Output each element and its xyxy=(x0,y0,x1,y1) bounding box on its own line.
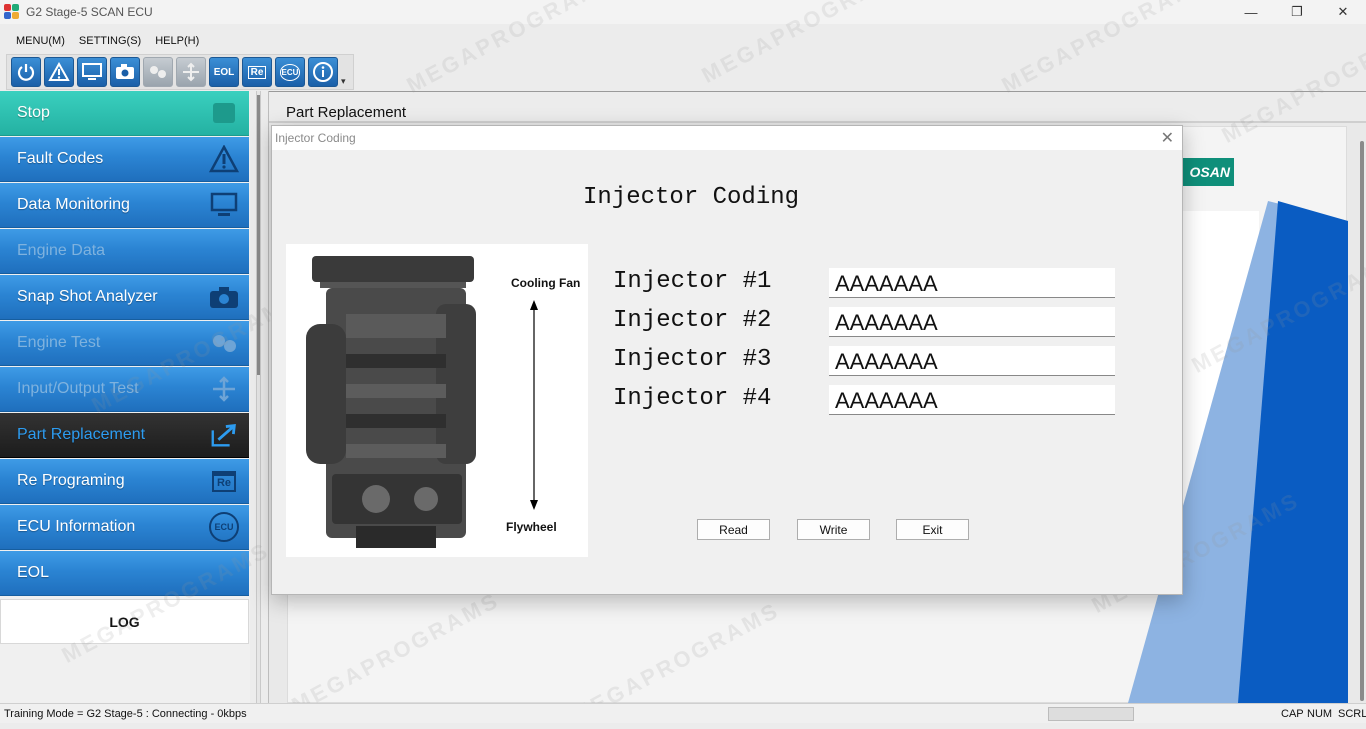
camera-icon[interactable] xyxy=(110,57,140,87)
read-button[interactable]: Read xyxy=(697,519,770,540)
injector-row: Injector #3 xyxy=(613,346,1133,376)
menu-bar: MENU(M) SETTING(S) HELP(H) xyxy=(0,30,199,52)
sidebar-item-stop[interactable]: Stop xyxy=(0,91,249,136)
write-button[interactable]: Write xyxy=(797,519,870,540)
caps-lock-indicator: CAP xyxy=(1281,708,1304,720)
app-icon xyxy=(4,4,20,20)
injector-4-code-field[interactable] xyxy=(829,385,1115,415)
status-text: Training Mode = G2 Stage-5 : Connecting … xyxy=(4,708,247,720)
reprogram-icon-label: Re xyxy=(247,65,267,79)
sidebar-item-eol[interactable]: EOL xyxy=(0,551,249,596)
sidebar-item-snap-shot-analyzer[interactable]: Snap Shot Analyzer xyxy=(0,275,249,320)
ecu-icon: ECU xyxy=(209,512,239,542)
sidebar-item-label: Stop xyxy=(17,104,50,121)
reprogram-icon[interactable]: Re xyxy=(242,57,272,87)
main-scrollbar[interactable] xyxy=(1360,141,1364,701)
ecu-icon-text: ECU xyxy=(209,512,239,542)
injector-label: Injector #1 xyxy=(613,268,772,295)
engine-test-icon xyxy=(143,57,173,87)
page-header: Part Replacement xyxy=(269,91,1366,123)
sidebar-item-label: LOG xyxy=(109,613,140,630)
eol-icon[interactable]: EOL xyxy=(209,57,239,87)
engine-test-icon xyxy=(209,328,239,358)
io-arrows-icon xyxy=(209,374,239,404)
flywheel-label: Flywheel xyxy=(506,520,557,534)
exit-button[interactable]: Exit xyxy=(896,519,969,540)
minimize-button[interactable]: — xyxy=(1228,0,1274,24)
sidebar-item-engine-test: Engine Test xyxy=(0,321,249,366)
sidebar-item-label: Snap Shot Analyzer xyxy=(17,288,158,305)
restore-button[interactable]: ❐ xyxy=(1274,0,1320,24)
ecu-icon[interactable]: ECU xyxy=(275,57,305,87)
warning-icon xyxy=(209,144,239,174)
injector-label: Injector #4 xyxy=(613,385,772,412)
reprogram-icon: Re xyxy=(209,466,239,496)
sidebar: Stop Fault Codes Data Monitoring Engine … xyxy=(0,91,250,703)
injector-1-code-field[interactable] xyxy=(829,268,1115,298)
sidebar-item-label: Engine Data xyxy=(17,242,106,259)
toolbar-overflow-icon[interactable]: ▾ xyxy=(341,57,349,87)
camera-icon xyxy=(209,282,239,312)
sidebar-item-label: Data Monitoring xyxy=(17,196,130,213)
part-replace-icon xyxy=(209,420,239,450)
dialog-close-button[interactable]: ✕ xyxy=(1161,128,1174,148)
engine-diagram: Cooling Fan Flywheel xyxy=(286,244,588,557)
stop-square-icon xyxy=(209,98,239,128)
status-progress-bar xyxy=(1048,707,1134,721)
monitor-icon[interactable] xyxy=(77,57,107,87)
sidebar-item-label: Part Replacement xyxy=(17,426,146,443)
toolbar: EOL Re ECU ▾ xyxy=(6,54,354,90)
sidebar-item-label: Input/Output Test xyxy=(17,380,139,397)
io-arrows-icon xyxy=(176,57,206,87)
menu-item-help[interactable]: HELP(H) xyxy=(155,35,199,47)
sidebar-item-data-monitoring[interactable]: Data Monitoring xyxy=(0,183,249,228)
engine-illustration xyxy=(306,256,538,548)
status-bar: Training Mode = G2 Stage-5 : Connecting … xyxy=(0,703,1366,723)
sidebar-item-label: Fault Codes xyxy=(17,150,104,167)
injector-label: Injector #3 xyxy=(613,346,772,373)
injector-2-code-field[interactable] xyxy=(829,307,1115,337)
sidebar-item-log[interactable]: LOG xyxy=(0,599,249,644)
sidebar-scrollbar[interactable] xyxy=(257,95,260,375)
brand-logo: OSAN xyxy=(1182,158,1234,186)
injector-label: Injector #2 xyxy=(613,307,772,334)
menu-item-setting[interactable]: SETTING(S) xyxy=(79,35,141,47)
window-title: G2 Stage-5 SCAN ECU xyxy=(26,5,153,19)
dialog-title: Injector Coding xyxy=(275,131,356,145)
warning-icon[interactable] xyxy=(44,57,74,87)
cooling-fan-label: Cooling Fan xyxy=(511,276,581,290)
dialog-heading: Injector Coding xyxy=(583,184,800,211)
injector-coding-dialog: Injector Coding ✕ Injector Coding Coolin… xyxy=(271,125,1183,595)
info-icon[interactable] xyxy=(308,57,338,87)
power-icon[interactable] xyxy=(11,57,41,87)
scroll-lock-indicator: SCRL xyxy=(1338,708,1366,720)
reprogram-icon-text: Re xyxy=(211,470,237,492)
dialog-titlebar: Injector Coding ✕ xyxy=(272,126,1182,150)
sidebar-item-part-replacement[interactable]: Part Replacement xyxy=(0,413,249,458)
page-title: Part Replacement xyxy=(286,104,407,121)
injector-row: Injector #2 xyxy=(613,307,1133,337)
sidebar-item-re-programing[interactable]: Re Programing Re xyxy=(0,459,249,504)
menu-item-menu[interactable]: MENU(M) xyxy=(16,35,65,47)
sidebar-item-label: EOL xyxy=(17,564,50,581)
sidebar-item-ecu-information[interactable]: ECU Information ECU xyxy=(0,505,249,550)
monitor-icon xyxy=(209,190,239,220)
sidebar-item-engine-data: Engine Data xyxy=(0,229,249,274)
injector-row: Injector #4 xyxy=(613,385,1133,415)
window-titlebar: G2 Stage-5 SCAN ECU — ❐ ✕ xyxy=(0,0,1366,24)
sidebar-item-fault-codes[interactable]: Fault Codes xyxy=(0,137,249,182)
injector-row: Injector #1 xyxy=(613,268,1133,298)
sidebar-item-label: Engine Test xyxy=(17,334,101,351)
sidebar-item-label: ECU Information xyxy=(17,518,136,535)
num-lock-indicator: NUM xyxy=(1307,708,1333,720)
sidebar-item-label: Re Programing xyxy=(17,472,125,489)
injector-3-code-field[interactable] xyxy=(829,346,1115,376)
sidebar-item-input-output-test: Input/Output Test xyxy=(0,367,249,412)
close-window-button[interactable]: ✕ xyxy=(1320,0,1366,24)
ecu-icon-label: ECU xyxy=(279,63,301,81)
